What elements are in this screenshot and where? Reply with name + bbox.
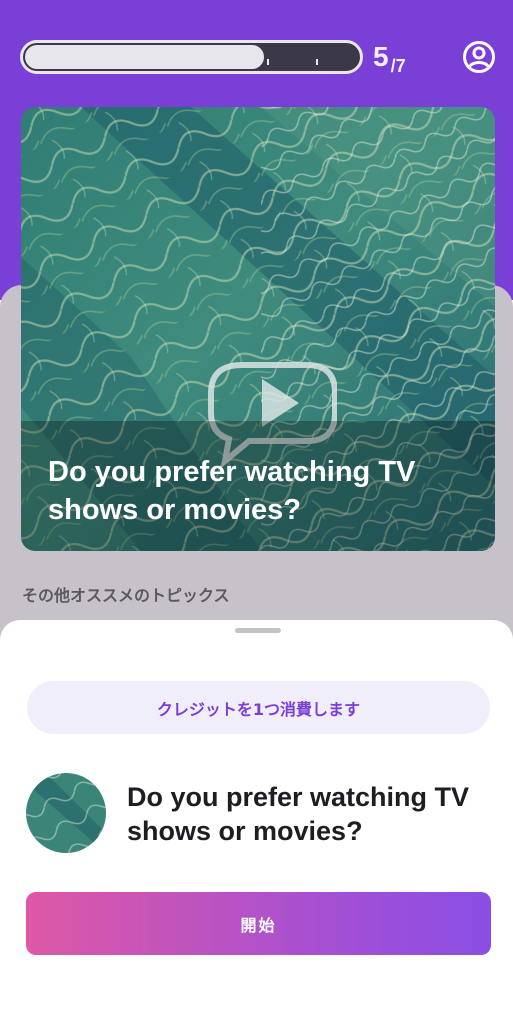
- progress-tick: [267, 59, 269, 65]
- credit-notice: クレジットを1つ消費します: [27, 681, 490, 734]
- topic-thumbnail: [26, 773, 106, 853]
- topic-thumbnail-image: [26, 773, 106, 853]
- progress-tick: [316, 59, 318, 65]
- progress-fill: [25, 45, 265, 69]
- start-button[interactable]: 開始: [26, 892, 491, 955]
- person-circle-icon: [463, 41, 495, 73]
- progress-total: /7: [390, 56, 406, 76]
- progress-current: 5: [373, 41, 389, 72]
- sheet-drag-handle[interactable]: [235, 628, 281, 633]
- progress-count: 5/7: [373, 40, 406, 83]
- section-label: その他オススメのトピックス: [22, 586, 230, 605]
- sheet-topic-title: Do you prefer watching TV shows or movie…: [127, 782, 470, 846]
- bottom-sheet: クレジットを1つ消費します Do you prefer watching TV …: [0, 620, 513, 1024]
- progress-bar: [20, 40, 363, 74]
- topic-card-title: Do you prefer watching TV shows or movie…: [48, 456, 416, 526]
- profile-button[interactable]: [462, 40, 496, 74]
- topic-card[interactable]: Do you prefer watching TV shows or movie…: [21, 107, 495, 551]
